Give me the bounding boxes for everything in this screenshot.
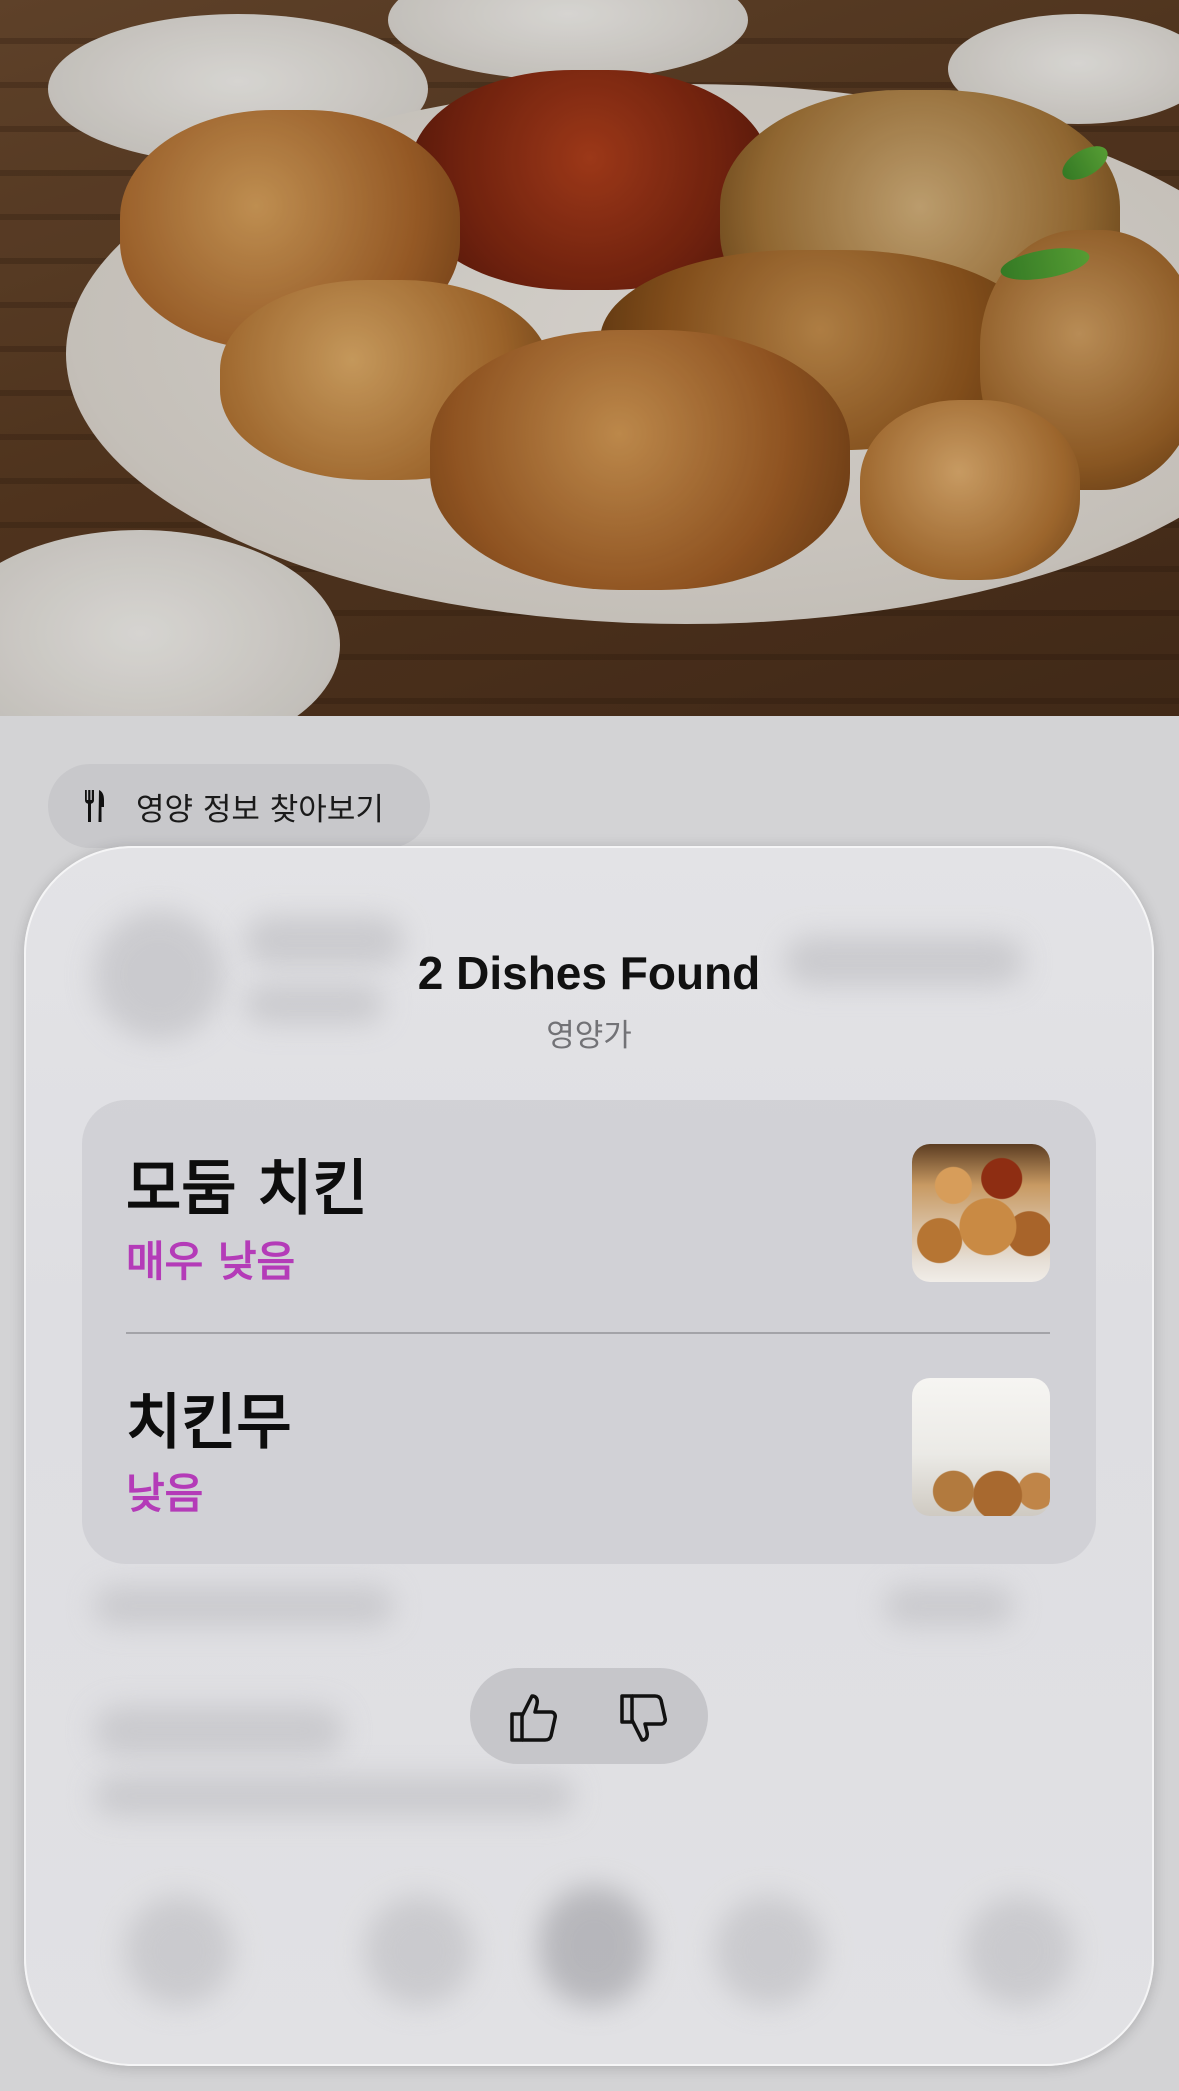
dish-nutrition-rating: 매우 낮음 [126, 1237, 296, 1286]
dish-nutrition-rating: 낮음 [126, 1469, 204, 1518]
fork-knife-icon [85, 790, 104, 822]
nutrition-subtitle: 영양가 [546, 1018, 632, 1054]
dish-row[interactable]: 모둠 치킨 매우 낮음 [82, 1100, 1096, 1332]
dish-list: 모둠 치킨 매우 낮음 치킨무 낮음 [82, 1100, 1096, 1564]
lookup-nutrition-chip[interactable]: 영양 정보 찾아보기 [48, 764, 430, 848]
feedback-control [470, 1668, 708, 1764]
dish-name: 모둠 치킨 [126, 1154, 368, 1224]
dish-name: 치킨무 [126, 1388, 292, 1458]
dish-row[interactable]: 치킨무 낮음 [82, 1332, 1096, 1564]
pickled-radish-thumbnail [912, 1378, 1050, 1516]
dishes-found-title: 2 Dishes Found [417, 947, 761, 999]
thumbs-up-icon[interactable] [506, 1690, 562, 1746]
thumbs-down-icon[interactable] [616, 1690, 672, 1746]
food-photo [0, 0, 1179, 716]
dishes-result-card: 2 Dishes Found 영양가 모둠 치킨 매우 낮음 치킨무 낮음 [24, 846, 1154, 2066]
fried-chicken-thumbnail [912, 1144, 1050, 1282]
lookup-nutrition-label: 영양 정보 찾아보기 [136, 791, 384, 828]
